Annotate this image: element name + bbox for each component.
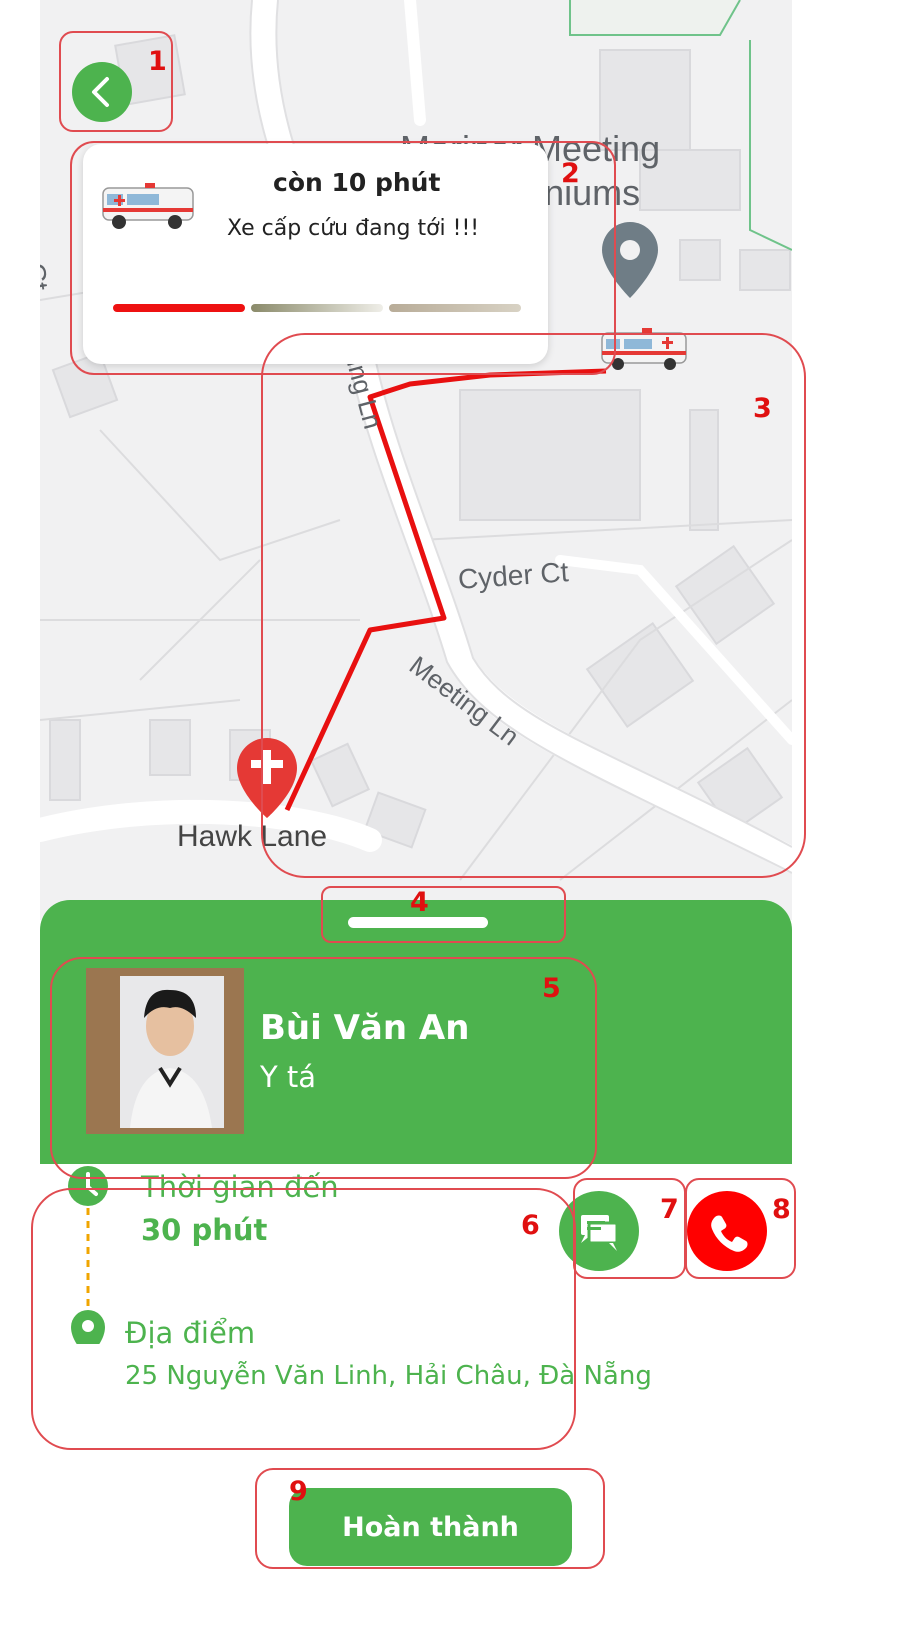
drag-handle[interactable] bbox=[348, 917, 488, 928]
annotation-number-2: 2 bbox=[561, 158, 580, 189]
trip-info: Thời gian đến 30 phút Địa điểm 25 Nguyễn… bbox=[40, 1164, 792, 1464]
eta-title: còn 10 phút bbox=[273, 168, 441, 197]
annotation-number-3: 3 bbox=[753, 393, 772, 424]
timeline bbox=[68, 1166, 108, 1344]
annotation-number-8: 8 bbox=[772, 1194, 791, 1225]
place-label-hawk: Hawk Lane bbox=[177, 820, 328, 853]
arrival-value: 30 phút bbox=[141, 1213, 268, 1247]
annotation-number-7: 7 bbox=[660, 1194, 679, 1225]
avatar bbox=[86, 968, 244, 1134]
phone-icon bbox=[711, 1215, 748, 1252]
annotation-number-6: 6 bbox=[521, 1210, 540, 1241]
staff-sheet: Bùi Văn An Y tá bbox=[40, 900, 792, 1164]
annotation-number-5: 5 bbox=[542, 973, 561, 1004]
annotation-number-9: 9 bbox=[289, 1476, 308, 1507]
map-pin-icon[interactable] bbox=[602, 222, 658, 298]
staff-name: Bùi Văn An bbox=[260, 1008, 470, 1048]
app-screen: Explorer Ct Mariner Meeting Condominiums… bbox=[40, 0, 792, 1627]
back-button[interactable] bbox=[72, 62, 132, 122]
progress-step-2 bbox=[251, 304, 383, 312]
eta-card: còn 10 phút Xe cấp cứu đang tới !!! bbox=[83, 144, 548, 364]
location-address: 25 Nguyễn Văn Linh, Hải Châu, Đà Nẵng bbox=[125, 1361, 652, 1391]
progress-step-1 bbox=[113, 304, 245, 312]
arrival-label: Thời gian đến bbox=[141, 1170, 339, 1204]
staff-role: Y tá bbox=[260, 1060, 317, 1094]
clock-icon bbox=[68, 1166, 108, 1206]
eta-subtitle: Xe cấp cứu đang tới !!! bbox=[227, 216, 480, 241]
back-chevron-icon bbox=[92, 77, 109, 107]
annotation-number-4: 4 bbox=[410, 887, 429, 918]
call-button[interactable] bbox=[687, 1191, 767, 1271]
progress-step-3 bbox=[389, 304, 521, 312]
location-label: Địa điểm bbox=[125, 1316, 256, 1350]
complete-button[interactable]: Hoàn thành bbox=[289, 1488, 572, 1566]
ambulance-icon bbox=[601, 328, 687, 370]
ambulance-icon bbox=[102, 183, 194, 229]
chat-button[interactable] bbox=[559, 1191, 639, 1271]
chat-icon bbox=[581, 1215, 619, 1251]
annotation-number-1: 1 bbox=[148, 46, 167, 77]
map-view[interactable]: Explorer Ct Mariner Meeting Condominiums… bbox=[40, 0, 792, 920]
location-pin-icon bbox=[71, 1310, 105, 1344]
